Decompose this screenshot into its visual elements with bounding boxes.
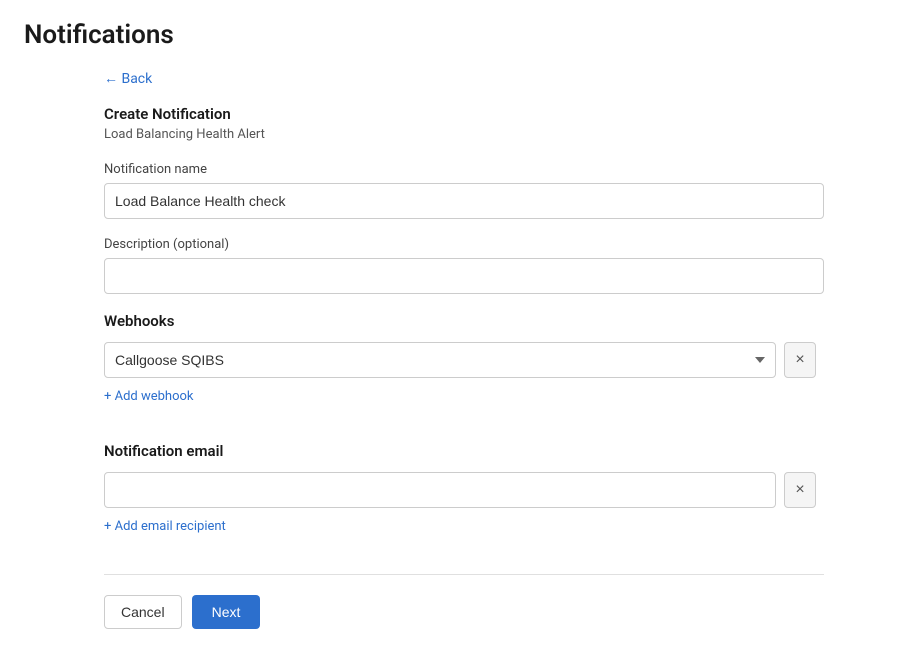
description-input[interactable] xyxy=(104,258,824,294)
webhook-row: Callgoose SQIBS × xyxy=(104,342,876,378)
add-webhook-link[interactable]: + Add webhook xyxy=(104,389,194,404)
email-section-title: Notification email xyxy=(104,442,876,460)
add-email-link[interactable]: + Add email recipient xyxy=(104,519,226,534)
back-link[interactable]: ← Back xyxy=(104,70,152,87)
email-input[interactable] xyxy=(104,472,776,508)
webhook-clear-button[interactable]: × xyxy=(784,342,816,378)
email-section: Notification email × + Add email recipie… xyxy=(104,442,876,554)
webhook-clear-icon: × xyxy=(795,351,804,369)
notification-name-label: Notification name xyxy=(104,162,876,177)
cancel-button[interactable]: Cancel xyxy=(104,595,182,629)
description-label: Description (optional) xyxy=(104,237,876,252)
form-header-title: Create Notification xyxy=(104,105,876,123)
form-header-subtitle: Load Balancing Health Alert xyxy=(104,127,876,142)
email-clear-button[interactable]: × xyxy=(784,472,816,508)
divider xyxy=(104,574,824,575)
webhook-select[interactable]: Callgoose SQIBS xyxy=(104,342,776,378)
page-title: Notifications xyxy=(24,20,876,50)
email-row: × xyxy=(104,472,876,508)
notification-name-group: Notification name xyxy=(104,162,876,219)
description-group: Description (optional) xyxy=(104,237,876,294)
next-button[interactable]: Next xyxy=(192,595,261,629)
notification-name-input[interactable] xyxy=(104,183,824,219)
content-area: ← Back Create Notification Load Balancin… xyxy=(24,70,876,629)
email-clear-icon: × xyxy=(795,481,804,499)
form-actions: Cancel Next xyxy=(104,595,876,629)
webhooks-title: Webhooks xyxy=(104,312,876,330)
webhooks-section: Webhooks Callgoose SQIBS × + Add webhook xyxy=(104,312,876,424)
